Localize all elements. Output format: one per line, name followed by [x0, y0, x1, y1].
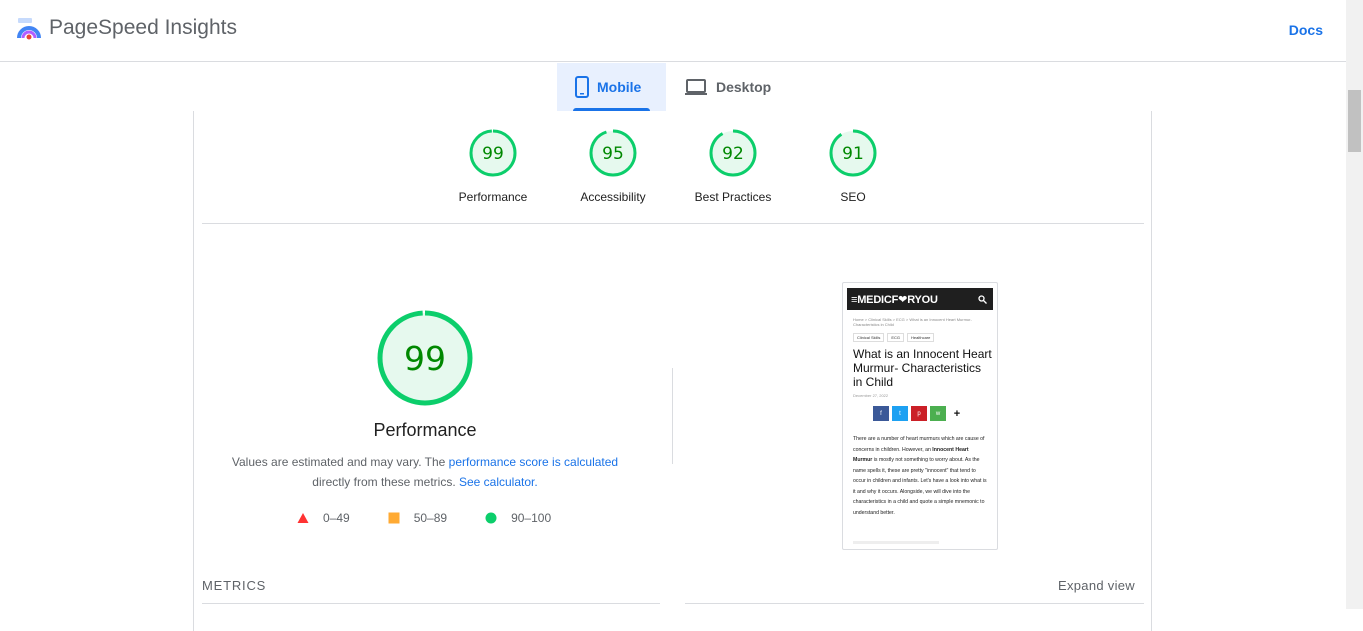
see-calculator-link[interactable]: See calculator.	[459, 475, 538, 489]
legend-range: 90–100	[511, 511, 552, 525]
legend-average: 50–89	[388, 511, 447, 525]
gauge-performance[interactable]: 99 Performance	[433, 128, 553, 204]
vertical-divider	[672, 368, 673, 464]
triangle-icon	[297, 513, 309, 523]
report-card: 99 Performance 95 Accessibility 92 Best …	[193, 111, 1152, 631]
expand-view-button[interactable]: Expand view	[1058, 578, 1135, 593]
desc-text: directly from these metrics.	[312, 475, 459, 489]
performance-score-value: 99	[404, 339, 446, 378]
screenshot-title: What is an Innocent Heart Murmur- Charac…	[853, 347, 992, 389]
score-gauges: 99 Performance 95 Accessibility 92 Best …	[194, 111, 1151, 223]
square-icon	[388, 512, 400, 524]
legend-range: 0–49	[323, 511, 350, 525]
page-scrollbar[interactable]	[1346, 0, 1363, 609]
performance-gauge-large: 99	[377, 310, 473, 406]
gauge-ring: 92	[709, 129, 757, 177]
performance-description: Values are estimated and may vary. The p…	[220, 452, 630, 492]
search-icon	[978, 294, 987, 304]
gauge-label: Performance	[458, 190, 528, 204]
facebook-icon: f	[873, 406, 889, 421]
screenshot-tag: ECG	[887, 333, 905, 342]
gauge-ring: 99	[469, 129, 517, 177]
gauge-label: SEO	[840, 190, 866, 204]
screenshot-tag: Healthcare	[907, 333, 935, 342]
page-screenshot: ≡MEDICF❤RYOU Home > Clinical Skills > EC…	[842, 282, 998, 550]
whatsapp-icon: w	[930, 406, 946, 421]
gauge-value: 95	[602, 144, 624, 164]
top-app-bar: PageSpeed Insights Docs	[0, 0, 1346, 62]
laptop-icon	[685, 79, 707, 95]
gauge-value: 99	[482, 144, 504, 164]
screenshot-date: December 27, 2022	[853, 393, 889, 398]
score-calculated-link[interactable]: performance score is calculated	[449, 455, 618, 469]
gauge-label: Accessibility	[580, 190, 646, 204]
screenshot-share-buttons: f t p w +	[873, 406, 968, 421]
twitter-icon: t	[892, 406, 908, 421]
pagespeed-logo-icon[interactable]	[16, 16, 42, 42]
circle-icon	[485, 512, 497, 524]
gauge-seo[interactable]: 91 SEO	[793, 128, 913, 204]
score-legend: 0–49 50–89 90–100	[297, 511, 589, 525]
divider	[202, 603, 660, 604]
scrollbar-thumb[interactable]	[1348, 90, 1361, 152]
plus-icon: +	[949, 406, 965, 421]
docs-link[interactable]: Docs	[1289, 22, 1323, 38]
tab-desktop[interactable]: Desktop	[666, 63, 787, 111]
device-tabs: Mobile Desktop	[557, 63, 787, 111]
desc-text: Values are estimated and may vary. The	[231, 455, 449, 469]
screenshot-breadcrumb: Home > Clinical Skills > ECG > What is a…	[853, 317, 972, 327]
tab-desktop-label: Desktop	[716, 79, 772, 95]
screenshot-tags: Clinical Skills ECG Healthcare	[853, 333, 937, 342]
tab-mobile[interactable]: Mobile	[557, 63, 666, 111]
legend-fail: 0–49	[297, 511, 350, 525]
gauge-value: 91	[842, 144, 864, 164]
gauge-ring: 95	[589, 129, 637, 177]
tab-mobile-label: Mobile	[597, 79, 642, 95]
screenshot-body: There are a number of heart murmurs whic…	[853, 434, 988, 518]
screenshot-body-text: is mostly not something to worry about. …	[853, 457, 987, 516]
gauge-label: Best Practices	[694, 190, 772, 204]
divider	[685, 603, 1144, 604]
screenshot-brand: ≡MEDICF❤RYOU	[851, 293, 938, 306]
gauge-ring: 91	[829, 129, 877, 177]
smartphone-icon	[575, 76, 589, 98]
screenshot-tag: Clinical Skills	[853, 333, 885, 342]
legend-range: 50–89	[413, 511, 448, 525]
legend-pass: 90–100	[485, 511, 551, 525]
metrics-heading: METRICS	[202, 578, 267, 593]
gauge-accessibility[interactable]: 95 Accessibility	[553, 128, 673, 204]
screenshot-header: ≡MEDICF❤RYOU	[847, 288, 993, 310]
divider	[202, 223, 1144, 224]
performance-title: Performance	[373, 420, 477, 440]
pinterest-icon: p	[911, 406, 927, 421]
gauge-value: 92	[722, 144, 744, 164]
app-title[interactable]: PageSpeed Insights	[49, 16, 237, 40]
screenshot-bar	[853, 541, 939, 544]
gauge-best-practices[interactable]: 92 Best Practices	[673, 128, 793, 204]
